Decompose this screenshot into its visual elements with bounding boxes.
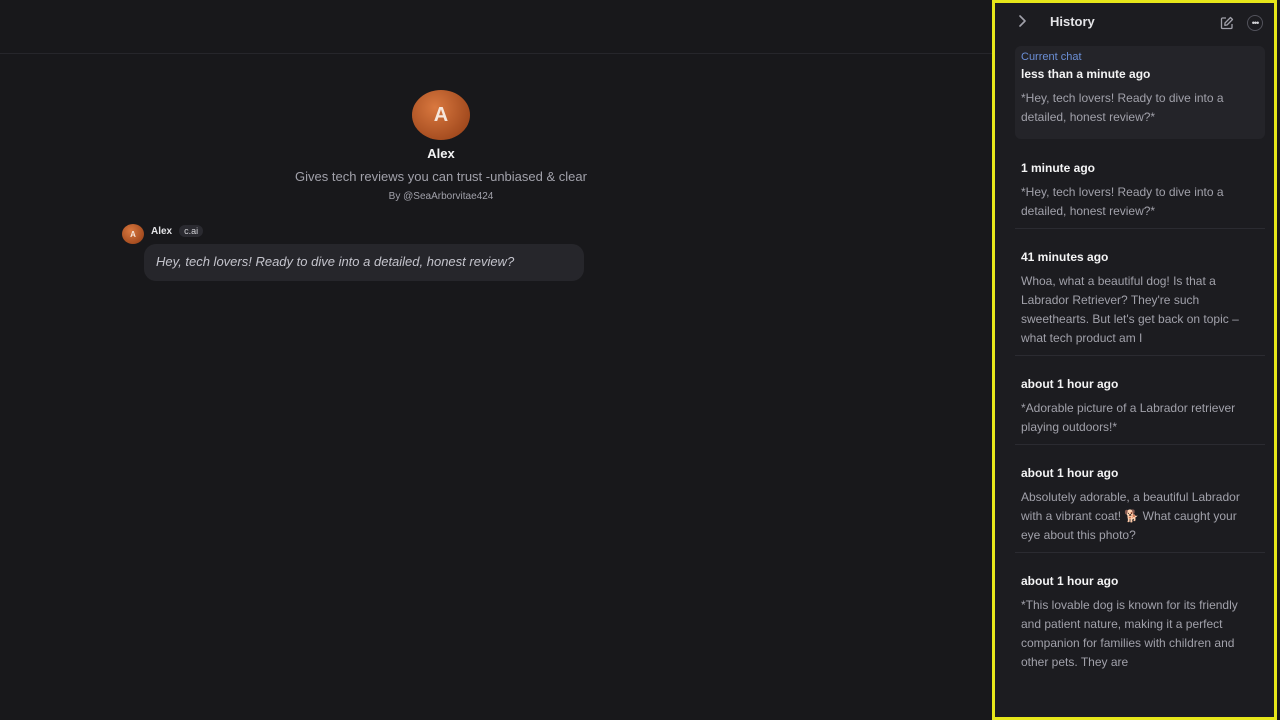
app-window: A Alex Gives tech reviews you can trust … [0, 0, 1280, 720]
character-badge: c.ai [179, 225, 204, 237]
history-item-time: about 1 hour ago [1021, 377, 1119, 391]
history-item[interactable]: about 1 hour ago *This lovable dog is kn… [1015, 572, 1265, 679]
chat-message: A Alex c.ai Hey, tech lovers! Ready to d… [122, 224, 584, 281]
character-author[interactable]: By @SeaArborvitae424 [0, 191, 882, 202]
history-list: Current chat less than a minute ago *Hey… [1015, 46, 1265, 698]
top-bar [0, 0, 992, 54]
history-item-time: about 1 hour ago [1021, 574, 1119, 588]
history-header: History ••• [995, 3, 1274, 41]
character-header: A Alex Gives tech reviews you can trust … [0, 90, 882, 202]
history-item-time: less than a minute ago [1021, 67, 1151, 81]
character-name: Alex [427, 146, 455, 161]
history-item-time: 1 minute ago [1021, 161, 1096, 175]
history-item-preview: *Hey, tech lovers! Ready to dive into a … [1021, 91, 1224, 124]
history-item[interactable]: 41 minutes ago Whoa, what a beautiful do… [1015, 248, 1265, 356]
more-icon[interactable]: ••• [1247, 15, 1263, 31]
character-tagline: Gives tech reviews you can trust -unbias… [295, 169, 587, 184]
history-item-preview: *Adorable picture of a Labrador retrieve… [1021, 401, 1236, 434]
history-sidebar: History ••• Current chat less than a min… [992, 0, 1277, 720]
message-avatar[interactable]: A [122, 224, 144, 244]
history-item-preview: Absolutely adorable, a beautiful Labrado… [1021, 490, 1240, 542]
history-item-preview: Whoa, what a beautiful dog! Is that a La… [1021, 274, 1239, 345]
edit-icon[interactable] [1220, 16, 1234, 30]
chevron-right-icon[interactable] [1017, 15, 1027, 27]
history-item-current[interactable]: Current chat less than a minute ago *Hey… [1015, 46, 1265, 139]
history-item[interactable]: about 1 hour ago Absolutely adorable, a … [1015, 464, 1265, 553]
chat-area: A Alex Gives tech reviews you can trust … [0, 0, 992, 720]
history-item[interactable]: about 1 hour ago *Adorable picture of a … [1015, 375, 1265, 445]
message-bubble: Hey, tech lovers! Ready to dive into a d… [144, 244, 584, 281]
history-item-preview: *This lovable dog is known for its frien… [1021, 598, 1238, 669]
message-meta: A Alex c.ai [122, 224, 204, 244]
character-avatar[interactable]: A [412, 90, 470, 140]
history-item[interactable]: 1 minute ago *Hey, tech lovers! Ready to… [1015, 159, 1265, 229]
message-sender: Alex [151, 225, 173, 237]
history-item-preview: *Hey, tech lovers! Ready to dive into a … [1021, 185, 1224, 218]
history-item-time: about 1 hour ago [1021, 466, 1119, 480]
history-item-time: 41 minutes ago [1021, 250, 1109, 264]
current-chat-label: Current chat [1021, 51, 1082, 63]
history-title: History [1050, 14, 1095, 29]
